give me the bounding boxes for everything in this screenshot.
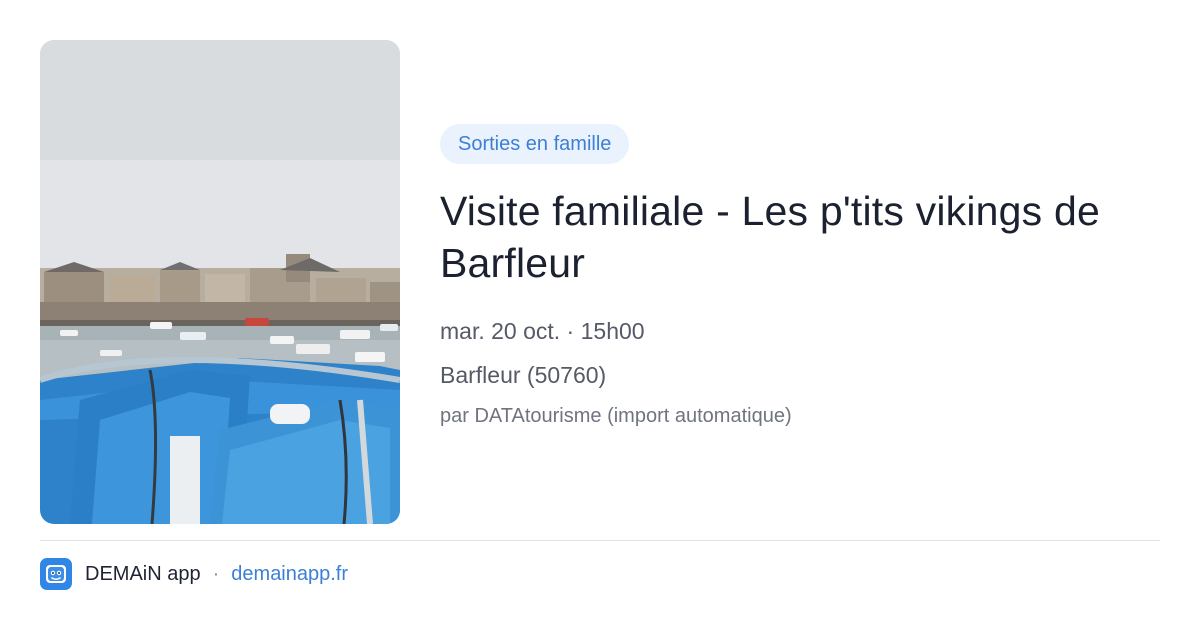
footer-divider	[40, 540, 1160, 541]
demain-app-logo-icon	[40, 558, 72, 590]
event-title[interactable]: Visite familiale - Les p'tits vikings de…	[440, 185, 1160, 289]
event-source: par DATAtourisme (import automatique)	[440, 405, 792, 427]
app-name: DEMAiN app	[85, 562, 201, 585]
app-website-link[interactable]: demainapp.fr	[231, 563, 348, 586]
event-details: Sorties en famille Visite familiale - Le…	[440, 124, 1160, 429]
category-badge[interactable]: Sorties en famille	[440, 124, 630, 164]
footer: DEMAiN app · demainapp.fr	[40, 558, 348, 590]
harbour-photo-illustration	[40, 40, 400, 524]
event-card[interactable]: Sorties en famille Visite familiale - Le…	[0, 0, 1200, 630]
footer-separator: ·	[212, 562, 220, 585]
event-photo	[40, 40, 400, 524]
event-location: Barfleur (50760)	[440, 362, 607, 388]
event-date-time: mar. 20 oct. · 15h00	[440, 318, 645, 344]
